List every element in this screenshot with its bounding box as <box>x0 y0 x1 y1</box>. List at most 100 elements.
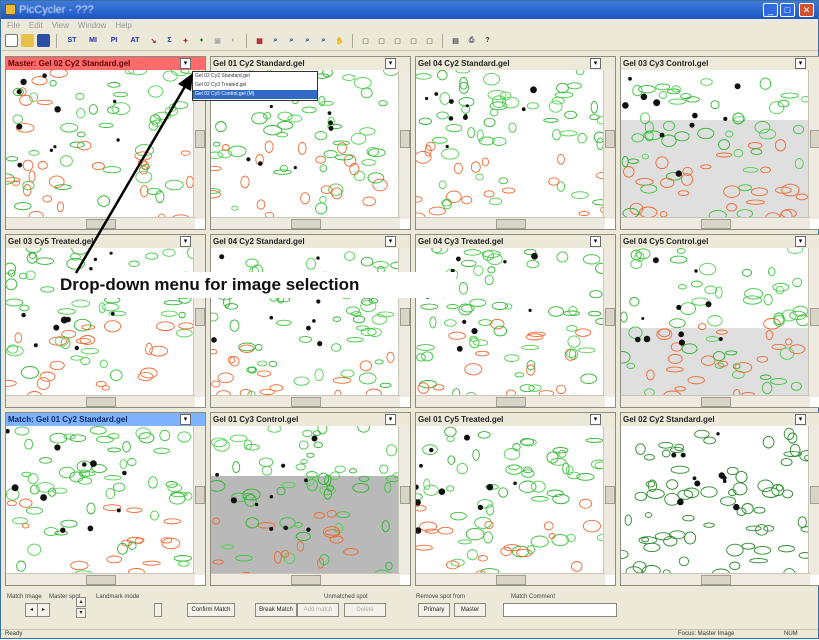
master-spot-down-button[interactable]: ▾ <box>76 608 86 618</box>
match-comment-input[interactable] <box>503 603 617 617</box>
landmark-mode-slider[interactable] <box>154 603 162 617</box>
scrollbar-thumb[interactable] <box>701 219 731 229</box>
pi-button[interactable]: PI <box>105 34 123 47</box>
vertical-scrollbar[interactable] <box>398 426 410 575</box>
st-button[interactable]: ST <box>63 34 81 47</box>
horizontal-scrollbar[interactable] <box>621 217 810 229</box>
menu-item-edit[interactable]: Edit <box>29 21 43 30</box>
vertical-scrollbar[interactable] <box>603 70 615 219</box>
view-1-icon[interactable]: ▢ <box>359 34 372 47</box>
image-select-dropdown-icon[interactable]: ▾ <box>180 236 191 247</box>
open-folder-icon[interactable] <box>21 34 34 47</box>
vertical-scrollbar[interactable] <box>808 426 819 575</box>
zoom-fit-icon[interactable]: ⌕ <box>301 34 314 47</box>
image-select-dropdown-icon[interactable]: ▾ <box>795 236 806 247</box>
vertical-scrollbar[interactable] <box>603 248 615 397</box>
gel-image[interactable] <box>6 70 194 219</box>
gel-image-panel[interactable]: Gel 03 Cy5 Treated.gel ▾ <box>5 234 206 408</box>
vertical-scrollbar[interactable] <box>193 248 205 397</box>
scrollbar-thumb[interactable] <box>400 308 410 326</box>
master-button[interactable]: Master <box>454 603 486 617</box>
image-select-dropdown-icon[interactable]: ▾ <box>385 58 396 69</box>
image-select-dropdown-icon[interactable]: ▾ <box>385 414 396 425</box>
gel-image-panel[interactable]: Gel 04 Cy3 Treated.gel ▾ <box>415 234 616 408</box>
scrollbar-thumb[interactable] <box>195 308 205 326</box>
image-select-dropdown-icon[interactable]: ▾ <box>795 58 806 69</box>
view-4-icon[interactable]: ▢ <box>407 34 420 47</box>
gel-image[interactable] <box>621 248 809 397</box>
menu-item-help[interactable]: Help <box>115 21 131 30</box>
scrollbar-thumb[interactable] <box>605 486 615 504</box>
view-2-icon[interactable]: ▢ <box>375 34 388 47</box>
image-select-dropdown-icon[interactable]: ▾ <box>590 414 601 425</box>
unmatched-add-button[interactable]: Add match <box>297 603 339 617</box>
view-3-icon[interactable]: ▢ <box>391 34 404 47</box>
scrollbar-thumb[interactable] <box>400 130 410 148</box>
confirm-match-button[interactable]: Confirm Match <box>187 603 235 617</box>
scrollbar-thumb[interactable] <box>291 575 321 585</box>
scrollbar-thumb[interactable] <box>400 486 410 504</box>
new-file-icon[interactable] <box>5 34 18 47</box>
zoom-reset-icon[interactable]: ⌕ <box>317 34 330 47</box>
horizontal-scrollbar[interactable] <box>6 573 195 585</box>
image-select-dropdown-icon[interactable]: ▾ <box>590 58 601 69</box>
dropdown-option-selected[interactable]: Gel 02 Cy5 Control.gel (M) <box>193 90 317 99</box>
dropdown-option[interactable]: Gel 02 Cy3 Treated.gel <box>193 81 317 90</box>
horizontal-scrollbar[interactable] <box>6 395 195 407</box>
scrollbar-thumb[interactable] <box>810 130 819 148</box>
image-select-dropdown-icon[interactable]: ▾ <box>180 58 191 69</box>
minimize-button[interactable]: _ <box>763 3 778 17</box>
gel-image[interactable] <box>621 426 809 575</box>
vertical-scrollbar[interactable] <box>398 248 410 397</box>
menu-item-window[interactable]: Window <box>78 21 106 30</box>
save-icon[interactable] <box>37 34 50 47</box>
layout-icon[interactable]: ▦ <box>253 34 266 47</box>
scrollbar-thumb[interactable] <box>195 486 205 504</box>
table-icon[interactable]: ▤ <box>449 34 462 47</box>
gel-image-panel[interactable]: Gel 04 Cy2 Standard.gel ▾ <box>415 56 616 230</box>
master-spot-up-button[interactable]: ▴ <box>76 597 86 607</box>
scrollbar-thumb[interactable] <box>810 308 819 326</box>
gel-image[interactable] <box>211 426 399 575</box>
title-bar[interactable]: PicCycler - ??? _ □ ✕ <box>1 1 818 19</box>
scrollbar-thumb[interactable] <box>291 219 321 229</box>
image-select-dropdown-list[interactable]: Gel 02 Cy2 Standard.gel Gel 02 Cy3 Treat… <box>192 71 318 101</box>
horizontal-scrollbar[interactable] <box>416 217 605 229</box>
gel-image-panel[interactable]: Master: Gel 02 Cy2 Standard.gel ▾ <box>5 56 206 230</box>
gel-image[interactable] <box>211 248 399 397</box>
scrollbar-thumb[interactable] <box>496 219 526 229</box>
scrollbar-thumb[interactable] <box>86 219 116 229</box>
break-match-button[interactable]: Break Match <box>255 603 297 617</box>
gel-image-panel[interactable]: Gel 02 Cy2 Standard.gel ▾ <box>620 412 819 586</box>
landmark-icon[interactable]: ♦ <box>195 34 208 47</box>
horizontal-scrollbar[interactable] <box>416 573 605 585</box>
print-icon[interactable]: ⎙ <box>465 34 478 47</box>
at-button[interactable]: AT <box>126 34 144 47</box>
gel-image[interactable] <box>416 248 604 397</box>
gel-image-panel[interactable]: Match: Gel 01 Cy2 Standard.gel ▾ <box>5 412 206 586</box>
scrollbar-thumb[interactable] <box>496 397 526 407</box>
horizontal-scrollbar[interactable] <box>621 573 810 585</box>
gel-image-panel[interactable]: Gel 04 Cy2 Standard.gel ▾ <box>210 234 411 408</box>
scrollbar-thumb[interactable] <box>496 575 526 585</box>
gel-image[interactable] <box>416 70 604 219</box>
help-icon[interactable]: ? <box>481 34 494 47</box>
scrollbar-thumb[interactable] <box>86 575 116 585</box>
spot-tool-icon[interactable]: ✦ <box>179 34 192 47</box>
sigma-icon[interactable]: Σ <box>163 34 176 47</box>
scrollbar-thumb[interactable] <box>701 575 731 585</box>
gel-image-panel[interactable]: Gel 03 Cy3 Control.gel ▾ <box>620 56 819 230</box>
scrollbar-thumb[interactable] <box>605 308 615 326</box>
horizontal-scrollbar[interactable] <box>211 217 400 229</box>
scrollbar-thumb[interactable] <box>195 130 205 148</box>
horizontal-scrollbar[interactable] <box>211 573 400 585</box>
menu-item-view[interactable]: View <box>52 21 69 30</box>
mi-button[interactable]: MI <box>84 34 102 47</box>
scrollbar-thumb[interactable] <box>86 397 116 407</box>
gel-image[interactable] <box>416 426 604 575</box>
unmatched-delete-button[interactable]: Delete <box>344 603 386 617</box>
view-5-icon[interactable]: ▢ <box>423 34 436 47</box>
hand-icon[interactable]: ✋ <box>333 34 346 47</box>
image-select-dropdown-icon[interactable]: ▾ <box>385 236 396 247</box>
scrollbar-thumb[interactable] <box>291 397 321 407</box>
